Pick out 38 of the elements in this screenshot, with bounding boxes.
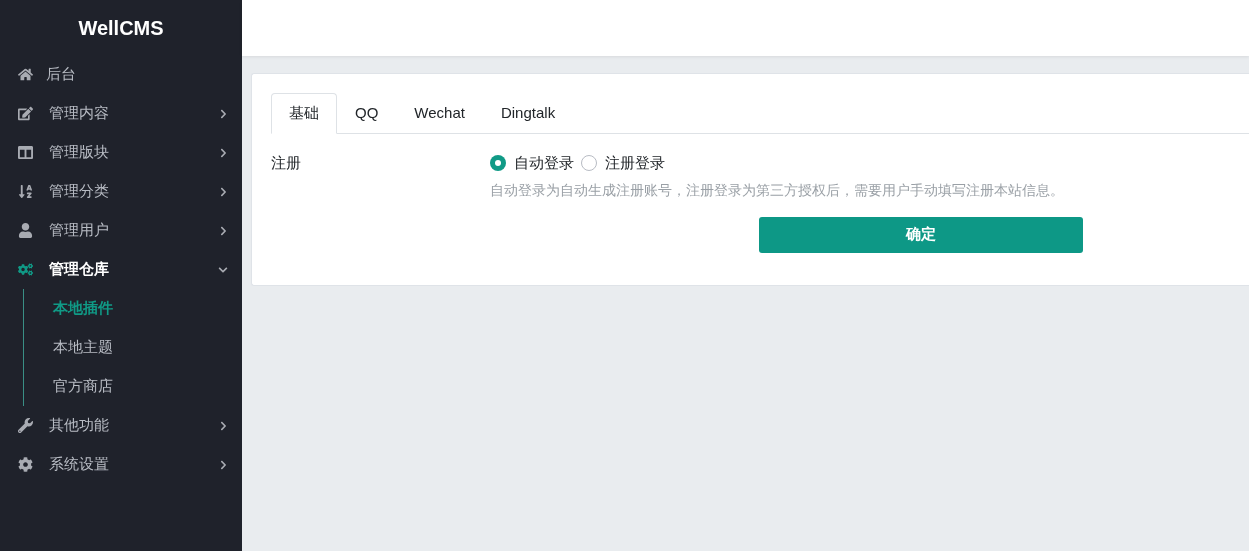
tab[interactable]: Dingtalk — [482, 93, 574, 134]
confirm-button[interactable]: 确定 — [759, 216, 1083, 253]
sidebar-item[interactable]: 管理用户 — [0, 211, 242, 250]
tab[interactable]: 基础 — [271, 93, 337, 134]
sidebar-item[interactable]: 后台 — [0, 55, 242, 94]
chevron-right-icon — [219, 420, 228, 431]
columns-icon — [18, 145, 33, 160]
sidebar-item[interactable]: 其他功能 — [0, 406, 242, 445]
app-title: WellCMS — [78, 15, 164, 41]
edit-icon — [18, 106, 33, 121]
chevron-right-icon — [219, 225, 228, 236]
tab[interactable]: Wechat — [396, 93, 483, 134]
sidebar-item[interactable]: 管理仓库 — [0, 250, 242, 289]
field-label: 注册 — [271, 153, 302, 173]
chevron-right-icon — [219, 147, 228, 158]
chevron-right-icon — [219, 108, 228, 119]
radio-button[interactable] — [490, 155, 506, 172]
settings-icon — [18, 457, 33, 472]
gears-icon — [18, 262, 33, 277]
sort-icon — [18, 184, 33, 199]
chevron-right-icon — [219, 459, 228, 470]
submenu-item[interactable]: 本地主题 — [24, 328, 242, 367]
sidebar-item[interactable]: 管理内容 — [0, 94, 242, 133]
sidebar-item[interactable]: 管理分类 — [0, 172, 242, 211]
submenu-item[interactable]: 官方商店 — [24, 367, 242, 406]
submenu-item[interactable]: 本地插件 — [24, 289, 242, 328]
radio-button[interactable] — [581, 155, 597, 172]
chevron-down-icon — [218, 264, 228, 275]
tab[interactable]: QQ — [337, 93, 397, 134]
chevron-right-icon — [219, 186, 228, 197]
user-icon — [18, 223, 33, 238]
radio-option[interactable]: 自动登录 — [490, 152, 574, 175]
radio-option[interactable]: 注册登录 — [581, 152, 665, 175]
sidebar-item[interactable]: 管理版块 — [0, 133, 242, 172]
wrench-icon — [18, 418, 33, 433]
help-text: 自动登录为自动生成注册账号，注册登录为第三方授权后，需要用户手动填写注册本站信息。 — [490, 180, 1065, 200]
sidebar-item[interactable]: 系统设置 — [0, 445, 242, 484]
home-icon — [18, 67, 33, 82]
